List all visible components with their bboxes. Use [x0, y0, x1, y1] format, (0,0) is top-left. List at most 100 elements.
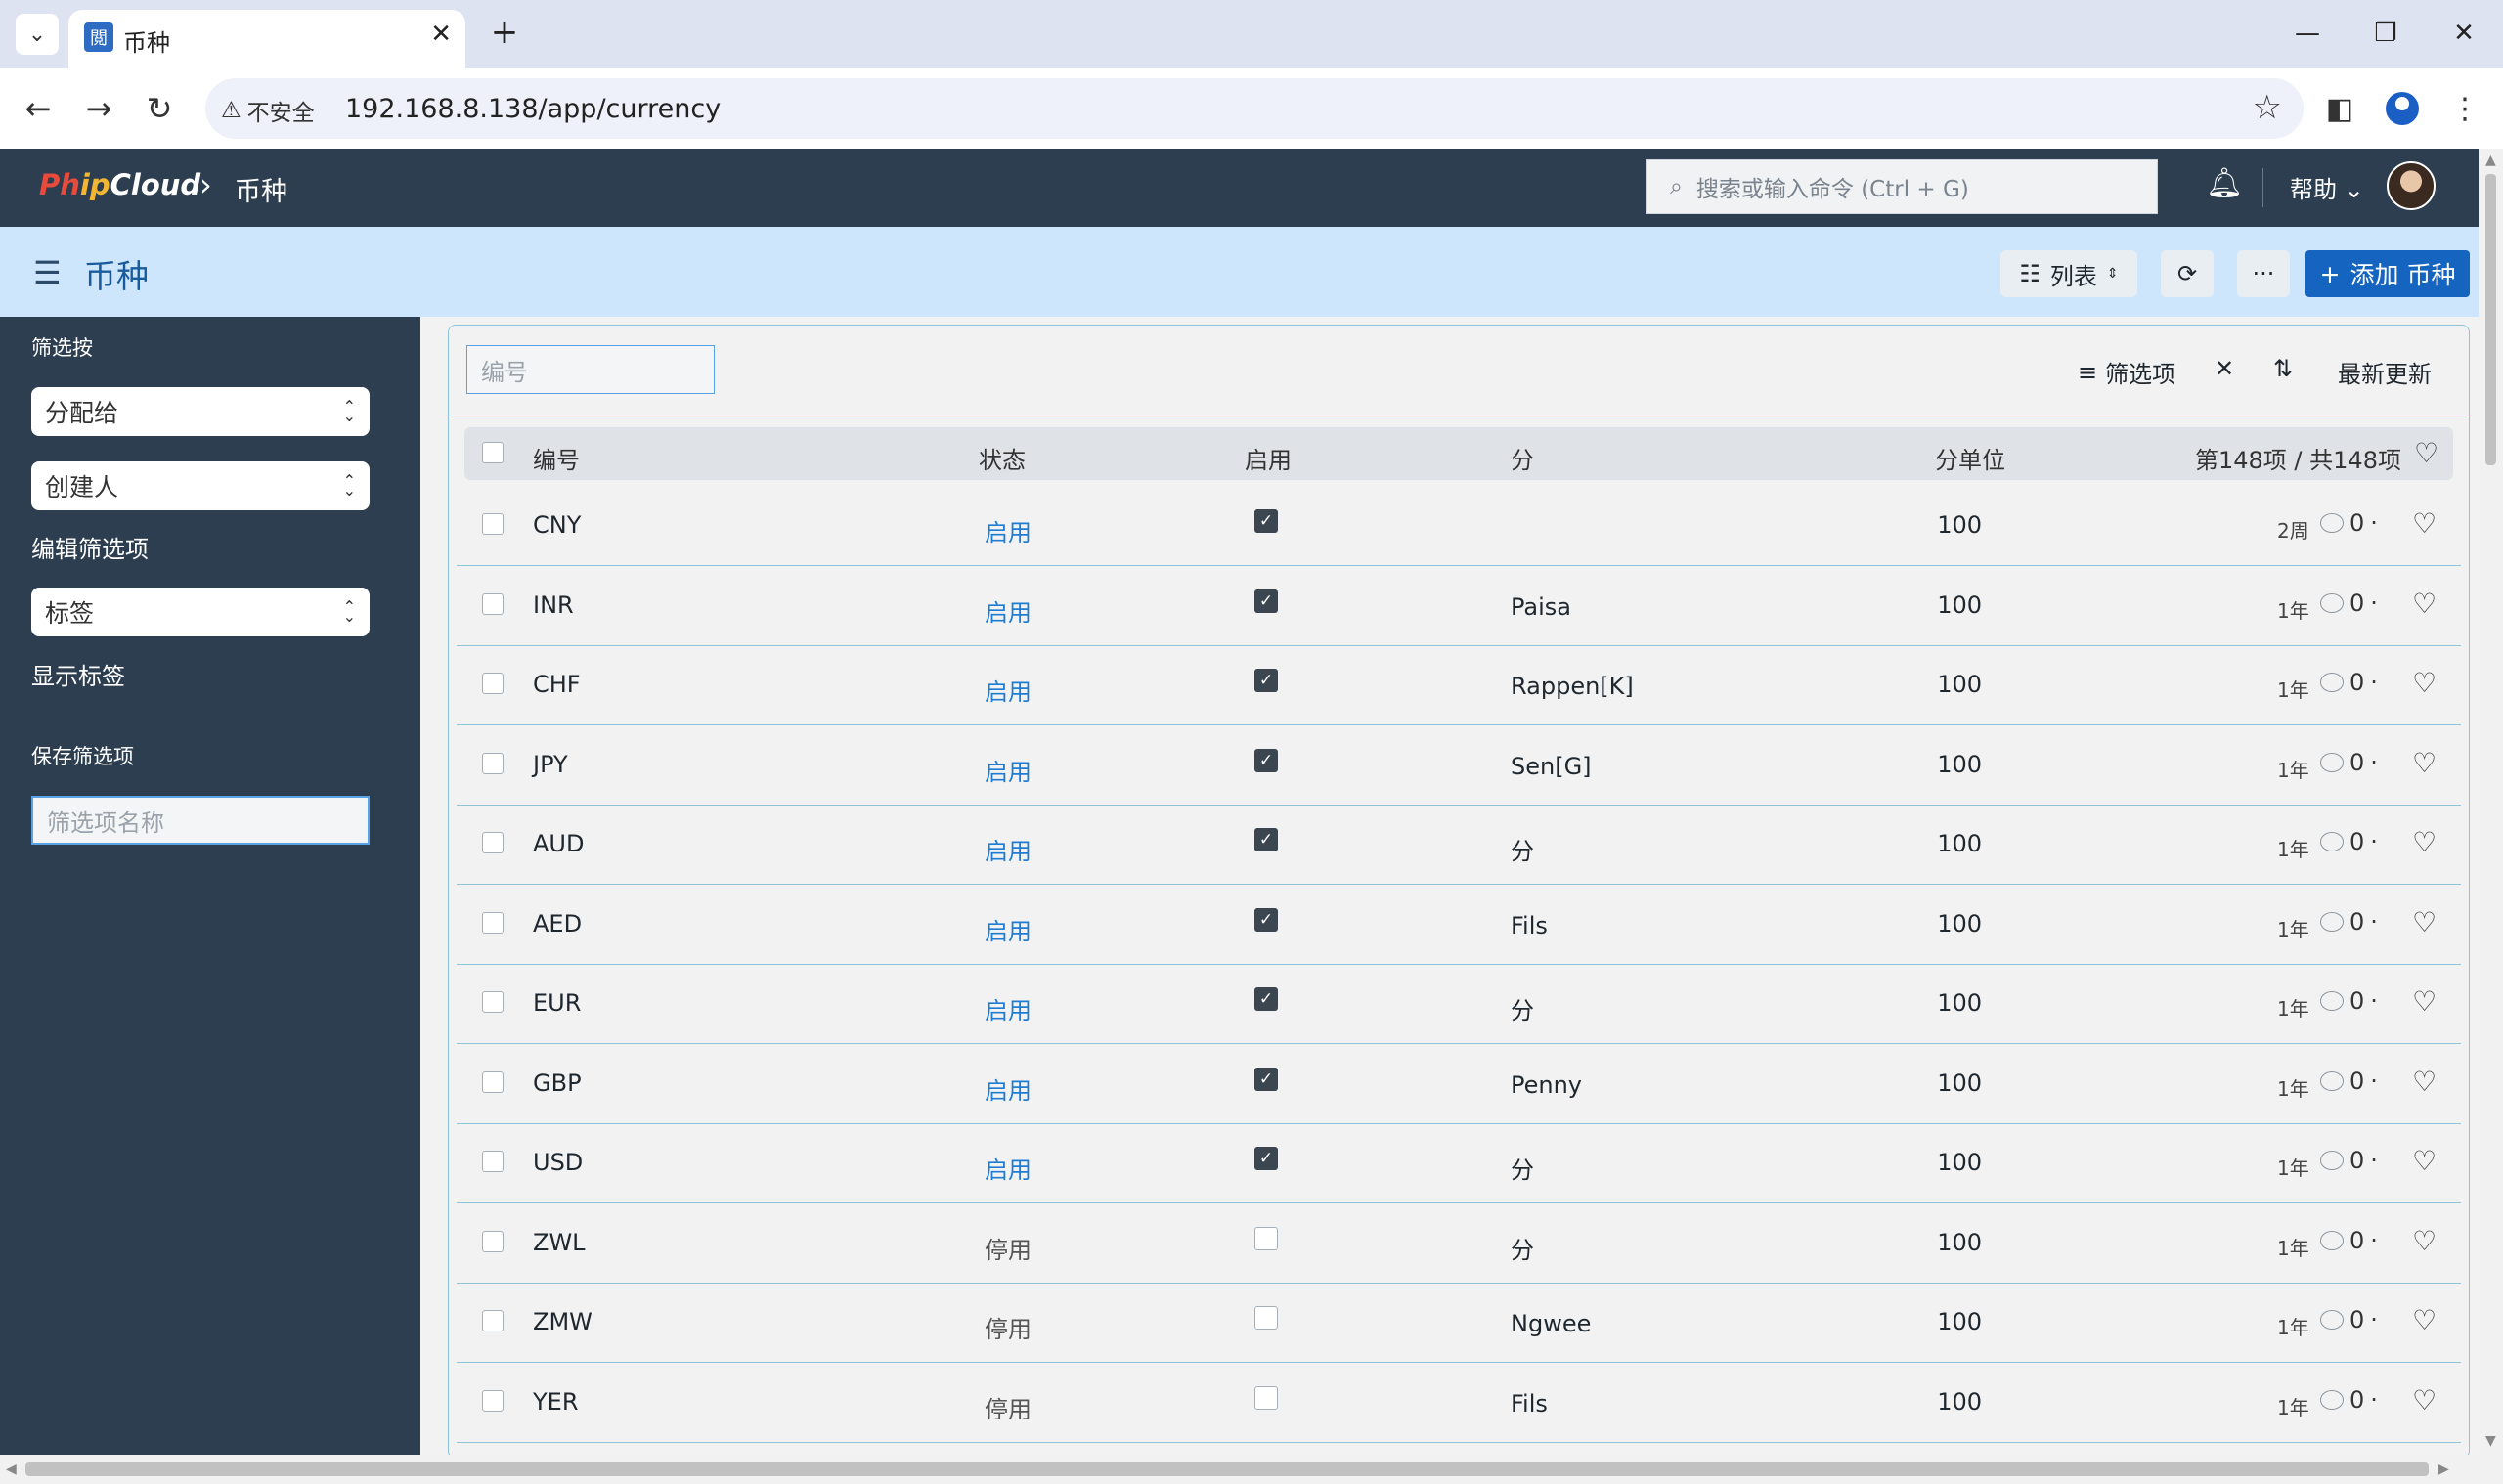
table-row[interactable]: CNY 启用 ✓ 100 2周 0 · ♡: [457, 486, 2461, 566]
vertical-scrollbar[interactable]: ▲ ▼: [2479, 149, 2503, 1455]
browser-tab[interactable]: 閲 币种 ✕: [68, 10, 465, 68]
like-heart-icon[interactable]: ♡: [2412, 747, 2437, 779]
table-row[interactable]: AED 启用 ✓ Fils 100 1年 0 · ♡: [457, 885, 2461, 965]
row-select-checkbox[interactable]: [482, 592, 504, 615]
reload-icon[interactable]: ↻: [137, 86, 182, 131]
row-id-link[interactable]: GBP: [533, 1069, 582, 1097]
side-panel-icon[interactable]: ◧: [2317, 86, 2362, 131]
select-all-checkbox[interactable]: [482, 442, 504, 463]
like-heart-icon[interactable]: ♡: [2412, 985, 2437, 1018]
row-select-checkbox[interactable]: [482, 1230, 504, 1252]
vertical-scroll-thumb[interactable]: [2485, 174, 2496, 465]
like-heart-icon[interactable]: ♡: [2412, 1304, 2437, 1336]
row-select-checkbox[interactable]: [482, 832, 504, 853]
row-id-link[interactable]: INR: [533, 591, 574, 619]
table-row[interactable]: JPY 启用 ✓ Sen[G] 100 1年 0 · ♡: [457, 725, 2461, 806]
status-indicator[interactable]: 启用: [985, 1151, 1032, 1185]
avatar[interactable]: [2387, 161, 2436, 210]
scroll-right-icon[interactable]: ▶: [2438, 1462, 2449, 1477]
refresh-button[interactable]: ⟳: [2161, 250, 2214, 297]
row-id-link[interactable]: USD: [533, 1149, 583, 1176]
like-heart-icon[interactable]: ♡: [2412, 667, 2437, 699]
status-indicator[interactable]: 启用: [985, 513, 1032, 547]
tab-search-chevron-icon[interactable]: ⌄: [16, 14, 59, 55]
table-row[interactable]: ZMW 停用 Ngwee 100 1年 0 · ♡: [457, 1283, 2461, 1363]
show-tags-link[interactable]: 显示标签: [31, 657, 125, 691]
row-select-checkbox[interactable]: [482, 911, 504, 934]
add-currency-button[interactable]: + 添加 币种: [2305, 250, 2470, 297]
filter-name-input[interactable]: 筛选项名称: [31, 796, 370, 845]
row-select-checkbox[interactable]: [482, 1070, 504, 1093]
row-id-link[interactable]: YER: [533, 1388, 579, 1416]
like-heart-icon[interactable]: ♡: [2412, 1384, 2437, 1417]
row-id-link[interactable]: JPY: [533, 751, 568, 778]
brand-logo[interactable]: PhipCloud: [39, 168, 200, 201]
id-filter-input[interactable]: 编号: [466, 345, 715, 394]
table-row[interactable]: YER 停用 Fils 100 1年 0 · ♡: [457, 1363, 2461, 1443]
tab-close-icon[interactable]: ✕: [430, 20, 452, 49]
browser-menu-icon[interactable]: ⋮: [2442, 86, 2487, 131]
row-id-link[interactable]: ZWL: [533, 1229, 586, 1256]
view-switcher-button[interactable]: ☷ 列表 ⇕: [2000, 250, 2137, 297]
bookmark-star-icon[interactable]: ☆: [2253, 88, 2282, 127]
table-row[interactable]: CHF 启用 ✓ Rappen[K] 100 1年 0 · ♡: [457, 645, 2461, 725]
status-indicator[interactable]: 启用: [985, 832, 1032, 866]
row-id-link[interactable]: AED: [533, 910, 582, 938]
table-row[interactable]: ZWL 停用 分 100 1年 0 · ♡: [457, 1203, 2461, 1284]
horizontal-scrollbar[interactable]: ◀ ▶: [0, 1455, 2503, 1484]
sort-order-icon[interactable]: ⇅: [2273, 355, 2293, 382]
minimize-icon[interactable]: —: [2278, 12, 2337, 55]
assigned-to-select[interactable]: 分配给 ⌃ ⌄: [31, 387, 370, 436]
table-row[interactable]: USD 启用 ✓ 分 100 1年 0 · ♡: [457, 1123, 2461, 1203]
table-row[interactable]: AUD 启用 ✓ 分 100 1年 0 · ♡: [457, 805, 2461, 885]
scroll-up-icon[interactable]: ▲: [2485, 153, 2496, 168]
row-select-checkbox[interactable]: [482, 1310, 504, 1331]
status-indicator[interactable]: 启用: [985, 753, 1032, 787]
sort-by-button[interactable]: 最新更新: [2338, 355, 2432, 389]
status-indicator[interactable]: 启用: [985, 593, 1032, 628]
like-heart-icon[interactable]: ♡: [2412, 507, 2437, 540]
row-id-link[interactable]: ZMW: [533, 1308, 593, 1335]
status-indicator[interactable]: 停用: [985, 1390, 1032, 1424]
url-text[interactable]: 192.168.8.138/app/currency: [345, 94, 721, 124]
row-id-link[interactable]: AUD: [533, 830, 584, 857]
table-row[interactable]: EUR 启用 ✓ 分 100 1年 0 · ♡: [457, 964, 2461, 1044]
row-select-checkbox[interactable]: [482, 1151, 504, 1172]
back-arrow-icon[interactable]: ←: [16, 86, 61, 131]
row-select-checkbox[interactable]: [482, 513, 504, 535]
like-heart-icon[interactable]: ♡: [2412, 1066, 2437, 1098]
row-select-checkbox[interactable]: [482, 673, 504, 694]
status-indicator[interactable]: 停用: [985, 1231, 1032, 1265]
help-dropdown[interactable]: 帮助 ⌄: [2290, 170, 2364, 204]
like-heart-icon[interactable]: ♡: [2412, 1225, 2437, 1257]
liked-filter-heart-icon[interactable]: ♡: [2414, 437, 2438, 469]
sidebar-toggle-icon[interactable]: ☰: [33, 254, 62, 291]
security-indicator[interactable]: ⚠ 不安全: [221, 94, 315, 127]
row-id-link[interactable]: CHF: [533, 671, 581, 698]
restore-icon[interactable]: ❐: [2356, 12, 2415, 55]
status-indicator[interactable]: 启用: [985, 1071, 1032, 1106]
like-heart-icon[interactable]: ♡: [2412, 588, 2437, 620]
row-id-link[interactable]: CNY: [533, 511, 581, 539]
table-row[interactable]: INR 启用 ✓ Paisa 100 1年 0 · ♡: [457, 566, 2461, 646]
row-id-link[interactable]: EUR: [533, 989, 581, 1017]
profile-icon[interactable]: [2380, 86, 2425, 131]
address-bar[interactable]: ⚠ 不安全 192.168.8.138/app/currency ☆: [205, 78, 2304, 139]
row-select-checkbox[interactable]: [482, 1389, 504, 1412]
like-heart-icon[interactable]: ♡: [2412, 906, 2437, 938]
row-select-checkbox[interactable]: [482, 991, 504, 1013]
forward-arrow-icon[interactable]: →: [76, 86, 121, 131]
filter-button[interactable]: ≡ 筛选项: [2078, 355, 2175, 389]
new-tab-plus-icon[interactable]: +: [485, 14, 524, 53]
awesomebar-search-input[interactable]: ⌕ 搜索或输入命令 (Ctrl + G): [1646, 159, 2158, 214]
table-row[interactable]: GBP 启用 ✓ Penny 100 1年 0 · ♡: [457, 1044, 2461, 1124]
like-heart-icon[interactable]: ♡: [2412, 1145, 2437, 1177]
window-close-icon[interactable]: ✕: [2435, 12, 2493, 55]
row-select-checkbox[interactable]: [482, 752, 504, 774]
status-indicator[interactable]: 启用: [985, 673, 1032, 707]
scroll-down-icon[interactable]: ▼: [2485, 1433, 2496, 1449]
notification-bell-icon[interactable]: 🔔︎: [2206, 166, 2243, 200]
created-by-select[interactable]: 创建人 ⌃ ⌄: [31, 461, 370, 510]
more-actions-button[interactable]: ···: [2237, 250, 2290, 297]
edit-filters-link[interactable]: 编辑筛选项: [31, 530, 149, 564]
